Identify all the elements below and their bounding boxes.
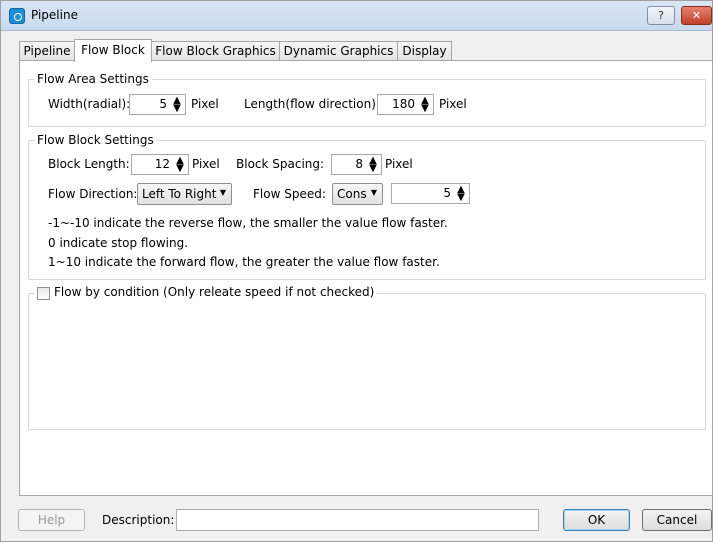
note-forward-flow: 1~10 indicate the forward flow, the grea…: [48, 255, 440, 269]
width-spinner[interactable]: 5 ▲ ▼: [129, 94, 186, 115]
length-label: Length(flow direction):: [244, 97, 380, 111]
tab-flow-block[interactable]: Flow Block: [74, 39, 152, 62]
tab-display[interactable]: Display: [397, 41, 452, 61]
length-unit: Pixel: [439, 97, 467, 111]
description-field[interactable]: [176, 509, 539, 531]
flow-direction-select[interactable]: Left To Right ▼: [137, 183, 232, 205]
width-label: Width(radial):: [48, 97, 131, 111]
flow-direction-label: Flow Direction:: [48, 187, 138, 201]
flow-area-legend: Flow Area Settings: [34, 72, 152, 86]
block-length-label: Block Length:: [48, 157, 130, 171]
tab-dynamic-graphics[interactable]: Dynamic Graphics: [279, 41, 398, 61]
spinner-arrows-icon[interactable]: ▲ ▼: [420, 96, 430, 114]
app-icon: [9, 8, 25, 24]
window-title: Pipeline: [31, 8, 78, 22]
flow-speed-mode-select[interactable]: Cons ▼: [332, 183, 383, 205]
tab-pipeline[interactable]: Pipeline: [19, 41, 75, 61]
flow-block-panel: Flow Area Settings Width(radial): 5 ▲ ▼ P…: [19, 60, 713, 496]
width-value: 5: [159, 97, 167, 111]
width-unit: Pixel: [191, 97, 219, 111]
chevron-down-icon: ▼: [370, 188, 377, 197]
spinner-arrows-icon[interactable]: ▲ ▼: [368, 156, 378, 174]
block-length-unit: Pixel: [192, 157, 220, 171]
flow-speed-label: Flow Speed:: [253, 187, 326, 201]
flow-direction-value: Left To Right: [142, 187, 217, 201]
condition-group: Flow by condition (Only releate speed if…: [28, 285, 706, 430]
flow-speed-value: 5: [443, 186, 451, 200]
close-button[interactable]: ✕: [681, 6, 712, 25]
length-spinner[interactable]: 180 ▲ ▼: [377, 94, 434, 115]
flow-by-condition-checkbox[interactable]: [37, 287, 50, 300]
description-label: Description:: [102, 513, 175, 527]
chevron-down-icon: ▼: [219, 188, 226, 197]
block-spacing-unit: Pixel: [385, 157, 413, 171]
spinner-arrows-icon[interactable]: ▲ ▼: [172, 96, 182, 114]
block-length-spinner[interactable]: 12 ▲ ▼: [131, 154, 189, 175]
spinner-arrows-icon[interactable]: ▲ ▼: [456, 185, 466, 203]
title-bar: Pipeline ? ✕: [1, 1, 712, 31]
block-spacing-label: Block Spacing:: [236, 157, 325, 171]
length-value: 180: [392, 97, 415, 111]
condition-legend: Flow by condition (Only releate speed if…: [34, 285, 378, 299]
flow-speed-spinner[interactable]: 5 ▲ ▼: [391, 183, 470, 204]
note-stop-flow: 0 indicate stop flowing.: [48, 236, 189, 250]
block-spacing-spinner[interactable]: 8 ▲ ▼: [331, 154, 382, 175]
help-title-button[interactable]: ?: [647, 6, 675, 25]
flow-block-group: Flow Block Settings Block Length: 12 ▲ ▼ …: [28, 133, 706, 280]
note-reverse-flow: -1~-10 indicate the reverse flow, the sm…: [48, 216, 448, 230]
tab-flow-block-graphics[interactable]: Flow Block Graphics: [151, 41, 280, 61]
flow-speed-mode-value: Cons: [337, 187, 367, 201]
help-button[interactable]: Help: [18, 509, 85, 531]
flow-area-group: Flow Area Settings Width(radial): 5 ▲ ▼ P…: [28, 72, 706, 127]
pipeline-dialog: Pipeline ? ✕ Pipeline Flow Block Flow Bl…: [0, 0, 713, 542]
flow-block-legend: Flow Block Settings: [34, 133, 157, 147]
block-length-value: 12: [154, 157, 170, 171]
ok-button[interactable]: OK: [563, 509, 630, 531]
block-spacing-value: 8: [355, 157, 363, 171]
cancel-button[interactable]: Cancel: [642, 509, 712, 531]
spinner-arrows-icon[interactable]: ▲ ▼: [175, 156, 185, 174]
